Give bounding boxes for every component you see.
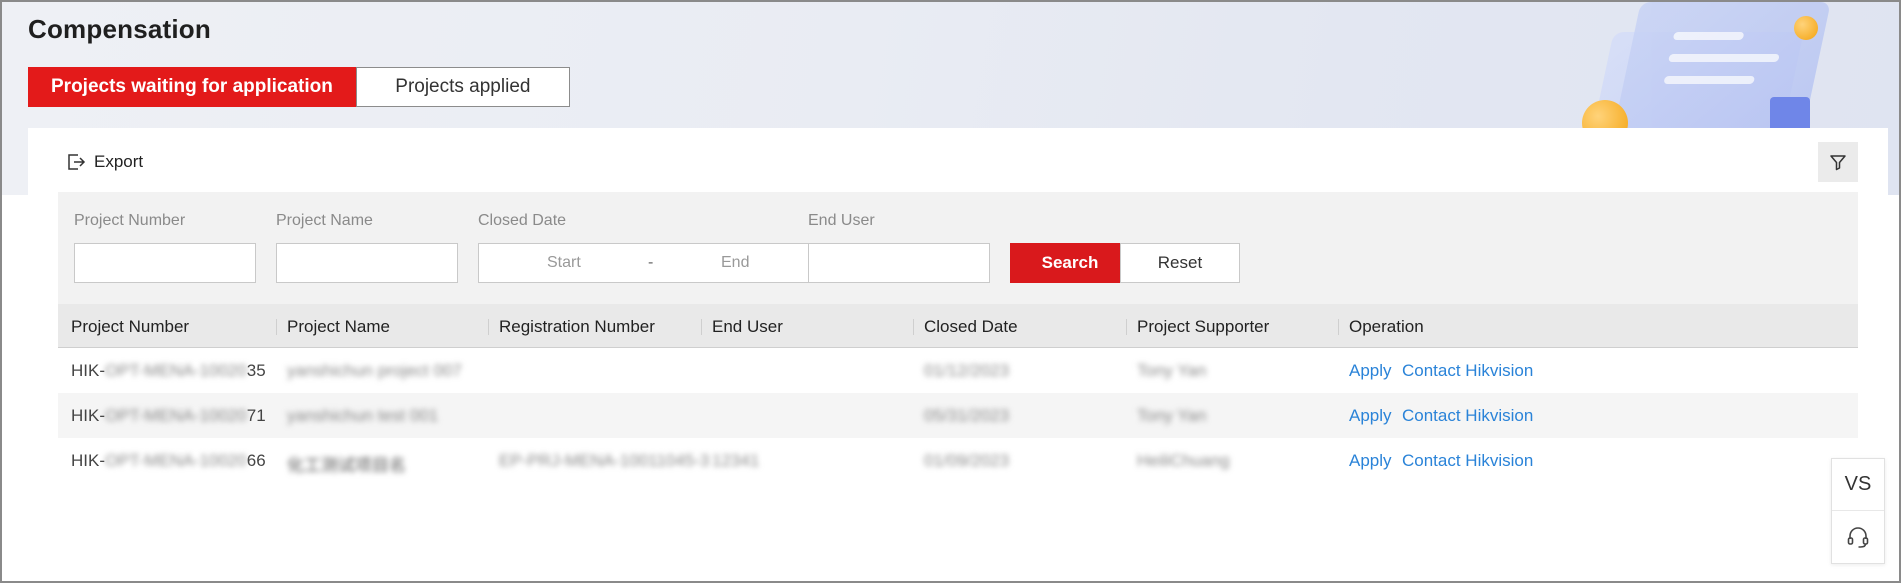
contact-hikvision-link[interactable]: Contact Hikvision	[1402, 451, 1533, 471]
project-name-cell: yanshichun test 001	[287, 406, 439, 425]
export-icon	[68, 154, 86, 170]
col-registration-number: Registration Number	[499, 317, 655, 336]
banner-coin-small	[1794, 16, 1818, 40]
app-window: Compensation Projects waiting for applic…	[0, 0, 1901, 583]
end-user-cell: 12341	[712, 451, 760, 470]
apply-link[interactable]: Apply	[1349, 451, 1392, 471]
headset-icon	[1847, 527, 1869, 548]
apply-link[interactable]: Apply	[1349, 361, 1392, 381]
project-name-cell: 化工测试项目名	[287, 456, 406, 475]
content-card: Export Project Number Project Name Close…	[28, 128, 1888, 581]
contact-hikvision-link[interactable]: Contact Hikvision	[1402, 406, 1533, 426]
projects-table: Project Number Project Name Registration…	[58, 304, 1858, 483]
tab-bar: Projects waiting for application Project…	[28, 67, 570, 107]
project-number-cell: HIK-OPT-MENA-1002066	[71, 451, 266, 470]
project-supporter-cell: Tony Yan	[1137, 361, 1207, 380]
date-end-placeholder[interactable]: End	[721, 254, 749, 272]
export-label: Export	[94, 152, 144, 171]
vs-button[interactable]: VS	[1832, 459, 1884, 511]
table-row: HIK-OPT-MENA-1002035 yanshichun project …	[58, 348, 1858, 393]
table-row: HIK-OPT-MENA-1002071 yanshichun test 001…	[58, 393, 1858, 438]
col-project-number: Project Number	[71, 317, 190, 336]
col-project-supporter: Project Supporter	[1137, 317, 1270, 336]
search-panel: Project Number Project Name Closed Date …	[58, 192, 1858, 304]
end-user-label: End User	[808, 212, 875, 229]
search-button[interactable]: Search	[1010, 243, 1130, 283]
closed-date-range[interactable]: Start - End	[478, 243, 852, 283]
end-user-input[interactable]	[808, 243, 990, 283]
date-separator: -	[648, 254, 654, 271]
filter-icon	[1830, 155, 1846, 171]
col-operation: Operation	[1349, 317, 1424, 336]
project-supporter-cell: HeiliChuang	[1137, 451, 1230, 470]
project-number-cell: HIK-OPT-MENA-1002035	[71, 361, 266, 380]
tab-projects-waiting[interactable]: Projects waiting for application	[28, 67, 356, 107]
tab-projects-applied[interactable]: Projects applied	[355, 67, 570, 107]
support-button[interactable]	[1832, 511, 1884, 563]
project-number-cell: HIK-OPT-MENA-1002071	[71, 406, 266, 425]
project-name-label: Project Name	[276, 212, 373, 229]
closed-date-label: Closed Date	[478, 212, 567, 229]
project-supporter-cell: Tony Yan	[1137, 406, 1207, 425]
table-row: HIK-OPT-MENA-1002066 化工测试项目名 EP-PRJ-MENA…	[58, 438, 1858, 483]
date-start-placeholder[interactable]: Start	[547, 254, 581, 272]
closed-date-cell: 05/31/2023	[924, 406, 1010, 425]
page-title: Compensation	[28, 14, 211, 44]
project-number-label: Project Number	[74, 212, 186, 229]
col-project-name: Project Name	[287, 317, 390, 336]
col-closed-date: Closed Date	[924, 317, 1018, 336]
col-end-user: End User	[712, 317, 783, 336]
project-name-cell: yanshichun project 007	[287, 361, 462, 380]
closed-date-cell: 01/09/2023	[924, 451, 1010, 470]
contact-hikvision-link[interactable]: Contact Hikvision	[1402, 361, 1533, 381]
project-name-input[interactable]	[276, 243, 458, 283]
export-button[interactable]: Export	[66, 152, 143, 172]
project-number-input[interactable]	[74, 243, 256, 283]
reset-button[interactable]: Reset	[1120, 243, 1240, 283]
closed-date-cell: 01/12/2023	[924, 361, 1010, 380]
floating-side-widget: VS	[1831, 458, 1885, 564]
table-header: Project Number Project Name Registration…	[58, 304, 1858, 348]
filter-button[interactable]	[1818, 142, 1858, 182]
registration-number-cell: EP-PRJ-MENA-10011045-3	[499, 451, 710, 470]
apply-link[interactable]: Apply	[1349, 406, 1392, 426]
